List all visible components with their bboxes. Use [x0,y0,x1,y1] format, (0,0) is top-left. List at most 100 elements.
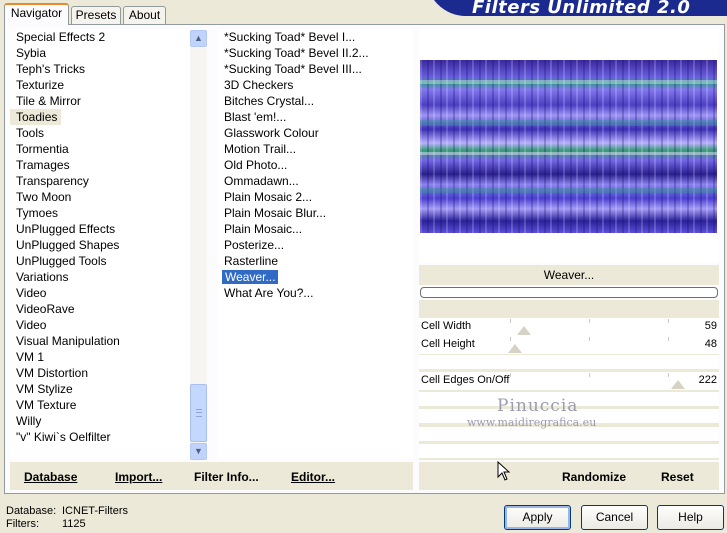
import-button-label: Import... [115,470,163,484]
status-database-value: ICNET-Filters [62,505,128,517]
filter-item[interactable]: *Sucking Toad* Bevel I... [218,29,413,45]
filter-list[interactable]: *Sucking Toad* Bevel I... *Sucking Toad* … [218,29,413,459]
import-button[interactable]: Import... [115,470,162,484]
category-item[interactable]: Tormentia [10,141,206,157]
filter-item-label: Plain Mosaic 2... [224,190,313,204]
filter-item-label: Motion Trail... [224,142,297,156]
database-button[interactable]: Database [24,470,77,484]
app-title: Filters Unlimited 2.0 [472,0,691,16]
filter-item[interactable]: Posterize... [218,237,413,253]
randomize-button[interactable]: Randomize [562,470,626,484]
category-item[interactable]: Two Moon [10,189,206,205]
category-item[interactable]: VM Distortion [10,365,206,381]
filter-item[interactable]: 3D Checkers [218,77,413,93]
param-label: Cell Height [421,338,475,350]
category-item[interactable]: VM Texture [10,397,206,413]
tab-navigator[interactable]: Navigator [4,3,69,25]
category-item[interactable]: UnPlugged Shapes [10,237,206,253]
filter-item[interactable]: Blast 'em!... [218,109,413,125]
editor-button[interactable]: Editor... [291,470,335,484]
status-filters: Filters: 1125 [6,518,86,530]
param-cell-height[interactable]: Cell Height 48 [419,336,719,354]
category-scrollbar[interactable]: ▲ ▼ [190,30,207,460]
category-item[interactable]: Tramages [10,157,206,173]
filter-item[interactable]: Bitches Crystal... [218,93,413,109]
category-item[interactable]: Variations [10,269,206,285]
category-item[interactable]: Willy [10,413,206,429]
slider-thumb[interactable] [517,326,532,335]
param-cell-edges[interactable]: Cell Edges On/Off 222 [419,372,719,390]
mouse-cursor-icon [497,461,511,481]
filter-item[interactable]: Rasterline [218,253,413,269]
status-filters-value: 1125 [62,518,86,530]
category-list[interactable]: Special Effects 2 Sybia Teph's Tricks Textu… [10,29,206,459]
status-database: Database: ICNET-Filters [6,505,128,517]
category-item[interactable]: Transparency [10,173,206,189]
category-item[interactable]: VideoRave [10,301,206,317]
filter-item[interactable]: Plain Mosaic Blur... [218,205,413,221]
category-item[interactable]: Video [10,285,206,301]
category-item[interactable]: VM 1 [10,349,206,365]
filter-item-label: Old Photo... [224,158,288,172]
filter-item[interactable]: Plain Mosaic... [218,221,413,237]
preview-filter-name: Weaver... [419,265,719,285]
category-item[interactable]: VM Stylize [10,381,206,397]
slider-thumb[interactable] [670,380,685,389]
scrollbar-thumb[interactable] [190,384,207,442]
reset-button-label: Reset [661,470,694,484]
param-value: 59 [704,320,717,332]
filter-item[interactable]: *Sucking Toad* Bevel III... [218,61,413,77]
category-item[interactable]: Teph's Tricks [10,61,206,77]
filter-item-label: What Are You?... [224,286,314,300]
param-empty-row [419,444,719,458]
category-item[interactable]: Toadies [10,109,62,125]
category-item[interactable]: UnPlugged Effects [10,221,206,237]
category-item[interactable]: Tymoes [10,205,206,221]
filter-item[interactable]: Motion Trail... [218,141,413,157]
filter-item[interactable]: Weaver... [218,269,413,285]
filter-item-label: Plain Mosaic Blur... [224,206,327,220]
param-value: 222 [698,374,717,386]
param-cell-width[interactable]: Cell Width 59 [419,318,719,336]
filter-item-label: Weaver... [222,270,279,284]
filter-item[interactable]: What Are You?... [218,285,413,301]
category-item[interactable]: Tools [10,125,206,141]
help-button[interactable]: Help [657,505,724,530]
progress-bar [420,287,718,298]
filter-item-label: Posterize... [224,238,285,252]
filter-item[interactable]: Old Photo... [218,157,413,173]
category-item[interactable]: Tile & Mirror [10,93,206,109]
slider-thumb[interactable] [507,344,522,353]
param-slider[interactable] [469,372,709,390]
filter-item[interactable]: *Sucking Toad* Bevel II.2... [218,45,413,61]
param-slider[interactable] [469,336,709,354]
editor-button-label: Editor... [291,470,336,484]
cancel-button[interactable]: Cancel [581,505,648,530]
category-item[interactable]: Visual Manipulation [10,333,206,349]
category-item[interactable]: Video [10,317,206,333]
filter-item[interactable]: Glasswork Colour [218,125,413,141]
param-slider[interactable] [469,318,709,336]
apply-button[interactable]: Apply [504,505,571,530]
tab-presets[interactable]: Presets [71,6,121,24]
category-item[interactable]: Texturize [10,77,206,93]
filter-item-label: Ommadawn... [224,174,299,188]
filter-info-button[interactable]: Filter Info... [194,470,259,484]
reset-button[interactable]: Reset [661,470,694,484]
category-item[interactable]: UnPlugged Tools [10,253,206,269]
chevron-up-icon[interactable]: ▲ [190,30,207,47]
category-item[interactable]: Special Effects 2 [10,29,206,45]
status-filters-label: Filters: [6,518,39,530]
filter-item-label: *Sucking Toad* Bevel I... [224,30,356,44]
status-database-label: Database: [6,505,57,517]
param-label: Cell Width [421,320,472,332]
category-item[interactable]: "v" Kiwi`s Oelfilter [10,429,206,445]
randomize-button-label: Randomize [562,470,627,484]
tab-about[interactable]: About [123,6,166,24]
filter-info-button-label: Filter Info... [194,470,259,484]
filter-item[interactable]: Plain Mosaic 2... [218,189,413,205]
category-item[interactable]: Sybia [10,45,206,61]
filter-item[interactable]: Ommadawn... [218,173,413,189]
param-value: 48 [704,338,717,350]
chevron-down-icon[interactable]: ▼ [190,443,207,460]
